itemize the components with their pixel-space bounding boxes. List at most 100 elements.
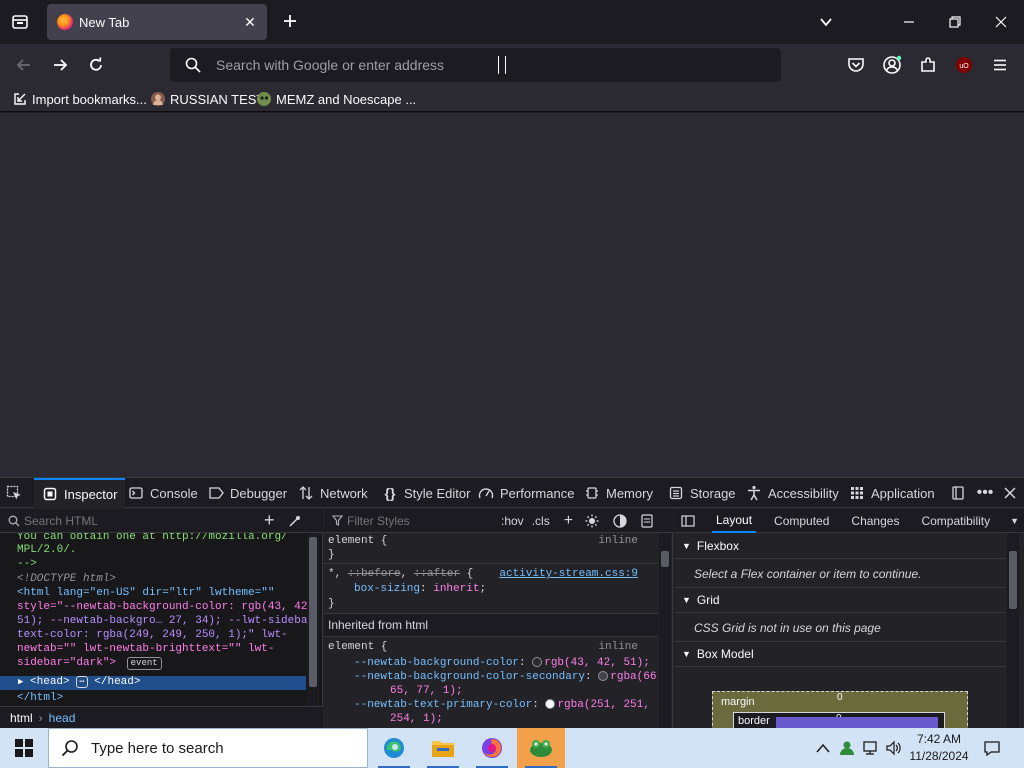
forward-arrow-icon[interactable] (48, 53, 72, 77)
tab-computed[interactable]: Computed (774, 514, 829, 528)
color-swatch[interactable] (545, 699, 556, 710)
stylesheet-link[interactable]: activity-stream.css:9 (499, 568, 638, 580)
search-html-input[interactable] (24, 513, 254, 528)
hamburger-menu-icon[interactable] (989, 54, 1011, 76)
margin-top-value[interactable]: 0 (837, 692, 843, 703)
scrollbar-thumb[interactable] (1009, 551, 1017, 609)
add-rule-icon[interactable]: + (564, 512, 573, 530)
network-status-icon[interactable] (861, 738, 881, 758)
chevron-down-icon[interactable]: ▼ (1010, 516, 1019, 526)
people-icon[interactable] (837, 738, 857, 758)
tab-console[interactable]: Console (128, 478, 198, 508)
close-window-icon[interactable] (978, 0, 1024, 44)
layout-scrollbar[interactable] (1007, 533, 1019, 729)
close-devtools-button[interactable] (1002, 478, 1024, 508)
declaration[interactable]: --newtab-background-color: rgb(43, 42, 5… (354, 657, 650, 669)
reload-icon[interactable] (84, 53, 108, 77)
box-model-border[interactable]: border 0 (733, 712, 945, 729)
tab-network[interactable]: Network (298, 478, 368, 508)
tab-application[interactable]: Application (849, 478, 935, 508)
head-node-line[interactable]: ▶ <head> ⋯ </head> (18, 676, 141, 688)
pocket-icon[interactable] (845, 54, 867, 76)
breadcrumb-html[interactable]: html (10, 711, 33, 725)
cls-toggle[interactable]: .cls (532, 514, 550, 528)
tab-inspector[interactable]: Inspector (34, 478, 126, 508)
property-value[interactable]: rgba(251, 251, (557, 699, 649, 711)
tab-style-editor[interactable]: {} Style Editor (382, 478, 471, 508)
box-model-margin[interactable]: margin 0 border 0 (712, 691, 968, 729)
html-node-line[interactable]: sidebar="dark"> event (17, 657, 162, 670)
windows-start-icon[interactable] (0, 728, 48, 768)
grid-header[interactable]: ▼ Grid (674, 587, 1006, 613)
restore-icon[interactable] (932, 0, 978, 44)
tab-changes[interactable]: Changes (851, 514, 899, 528)
notification-icon[interactable] (982, 738, 1002, 758)
volume-icon[interactable] (884, 738, 904, 758)
more-options-button[interactable]: ••• (976, 478, 1000, 508)
scrollbar-thumb[interactable] (661, 551, 669, 567)
system-clock[interactable]: 7:42 AM 11/28/2024 (904, 731, 974, 765)
color-swatch[interactable] (532, 657, 543, 668)
flexbox-header[interactable]: ▼ Flexbox (674, 533, 1006, 559)
breadcrumb-head[interactable]: head (49, 711, 76, 725)
extensions-icon[interactable] (917, 54, 939, 76)
scrollbar-thumb[interactable] (309, 537, 317, 687)
tab-new-tab[interactable]: New Tab ✕ (47, 4, 267, 40)
event-badge[interactable]: event (126, 657, 162, 670)
property-name[interactable]: --newtab-background-color (354, 657, 519, 669)
tab-compatibility[interactable]: Compatibility (921, 514, 990, 528)
tab-debugger[interactable]: Debugger (208, 478, 287, 508)
eyedropper-icon[interactable] (288, 515, 301, 527)
url-input[interactable] (216, 48, 766, 82)
rules-scrollbar[interactable] (659, 533, 671, 729)
property-value[interactable]: rgb(43, 42, 51); (544, 657, 650, 669)
property-name[interactable]: --newtab-background-color-secondary (354, 671, 585, 683)
html-node-line[interactable]: <html lang="en-US" dir="ltr" lwtheme="" (17, 587, 274, 599)
toggle-pane-icon[interactable] (680, 514, 696, 527)
tab-layout[interactable]: Layout (712, 509, 757, 533)
bookmark-russian-test[interactable]: RUSSIAN TEST (150, 90, 264, 108)
expand-triangle-icon[interactable]: ▶ (18, 677, 23, 687)
address-bar[interactable] (170, 48, 781, 82)
add-node-icon[interactable]: + (264, 510, 275, 531)
html-close-line[interactable]: </html> (17, 692, 63, 704)
minimize-icon[interactable] (886, 0, 932, 44)
declaration[interactable]: --newtab-background-color-secondary: rgb… (354, 671, 658, 683)
account-icon[interactable] (881, 54, 903, 76)
chevron-up-icon[interactable] (813, 738, 833, 758)
property-value[interactable]: rgba(66, (610, 671, 658, 683)
plus-icon[interactable] (280, 11, 300, 31)
taskbar-search-input[interactable] (91, 739, 351, 757)
collapsed-badge[interactable]: ⋯ (76, 676, 88, 688)
edge-app-icon[interactable] (370, 728, 418, 768)
property-value[interactable]: inherit (433, 583, 479, 595)
hov-toggle[interactable]: :hov (501, 514, 524, 528)
firefox-view-icon[interactable] (8, 10, 32, 34)
light-scheme-icon[interactable] (585, 514, 599, 528)
chevron-down-icon[interactable] (816, 12, 836, 32)
taskbar-search[interactable] (48, 728, 368, 768)
color-swatch[interactable] (598, 671, 609, 682)
bookmark-import[interactable]: Import bookmarks... (12, 90, 147, 108)
bookmark-memz[interactable]: MEMZ and Noescape ... (256, 90, 416, 108)
declaration[interactable]: --newtab-text-primary-color: rgba(251, 2… (354, 699, 650, 711)
html-node-line[interactable]: style="--newtab-background-color: rgb(43… (17, 601, 310, 613)
element-picker-button[interactable] (6, 478, 30, 508)
tab-performance[interactable]: Performance (478, 478, 574, 508)
html-node-line[interactable]: 51); --newtab-backgro… 27, 34); --lwt-si… (17, 615, 310, 627)
firefox-app-icon[interactable] (468, 728, 516, 768)
dark-scheme-icon[interactable] (613, 513, 627, 528)
ublock-origin-icon[interactable]: uO (953, 54, 975, 76)
page-content[interactable] (0, 113, 1024, 477)
tab-storage[interactable]: Storage (668, 478, 736, 508)
markup-scrollbar[interactable] (307, 533, 319, 713)
declaration[interactable]: box-sizing: inherit; (354, 583, 486, 595)
dock-side-button[interactable] (950, 478, 972, 508)
property-name[interactable]: box-sizing (354, 583, 420, 595)
property-name[interactable]: --newtab-text-primary-color (354, 699, 532, 711)
tab-accessibility[interactable]: Accessibility (746, 478, 839, 508)
html-node-line[interactable]: newtab="" lwt-newtab-brighttext="" lwt- (17, 643, 274, 655)
box-model-header[interactable]: ▼ Box Model (674, 641, 1006, 667)
running-app-icon[interactable] (517, 728, 565, 768)
file-explorer-icon[interactable] (419, 728, 467, 768)
